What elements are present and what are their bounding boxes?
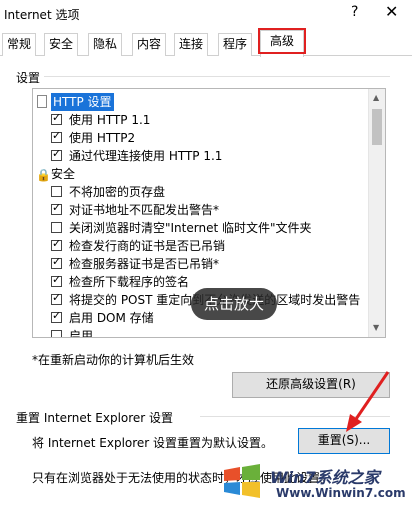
- watermark: Win7系统之家 Www.Winwin7.com: [220, 458, 410, 506]
- watermark-title: Win7系统之家: [270, 468, 380, 487]
- annotation-arrow-icon: [346, 371, 390, 432]
- watermark-url: Www.Winwin7.com: [276, 486, 406, 500]
- windows-logo-icon: [224, 464, 260, 498]
